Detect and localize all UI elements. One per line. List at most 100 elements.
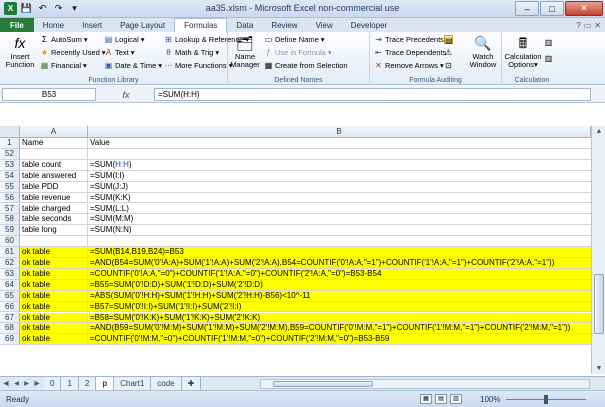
row-header[interactable]: 56 <box>0 192 20 204</box>
cell-a[interactable]: ok table <box>20 247 88 258</box>
column-header-a[interactable]: A <box>20 126 88 138</box>
sheet-tab-p[interactable]: p <box>96 377 115 390</box>
calculate-sheet-button[interactable]: ▥ <box>544 54 553 63</box>
cell-a[interactable] <box>20 236 88 248</box>
cell-a[interactable]: table long <box>20 225 88 237</box>
cell-b[interactable]: =SUM(M:M) <box>88 214 591 226</box>
next-sheet-icon[interactable]: ▶ <box>22 379 31 389</box>
cell-b[interactable]: =B55=SUM('0'!D:D)+SUM('1'!D:D)+SUM('2'!D… <box>88 279 591 291</box>
recently-used-button[interactable]: ★ Recently Used ▾ <box>40 48 106 57</box>
trace-dependents-button[interactable]: ⇤ Trace Dependents <box>374 48 446 57</box>
cell-b[interactable]: =SUM(N:N) <box>88 225 591 237</box>
tab-data[interactable]: Data <box>227 18 262 32</box>
cell-b[interactable]: =COUNTIF('0'!M:M,"=0")+COUNTIF('1'!M:M,"… <box>88 334 591 346</box>
cell-b[interactable]: =ABS(SUM('0'!H:H)+SUM('1'!H:H)+SUM('2'!H… <box>88 290 591 302</box>
zoom-slider-knob[interactable] <box>544 395 548 404</box>
tab-review[interactable]: Review <box>262 18 306 32</box>
error-checking-button[interactable]: ⚠ <box>444 48 453 57</box>
column-header-b[interactable]: B <box>88 126 591 138</box>
row-header[interactable]: 60 <box>0 236 20 248</box>
vertical-scrollbar[interactable]: ▲ ▼ <box>591 126 605 374</box>
cell-a[interactable]: table seconds <box>20 214 88 226</box>
row-header[interactable]: 64 <box>0 279 20 291</box>
help-icon[interactable]: ? <box>576 21 580 30</box>
calculation-options-button[interactable]: 🖩 Calculation Options▾ <box>504 34 542 69</box>
cell-a[interactable]: table count <box>20 159 88 171</box>
row-header[interactable]: 52 <box>0 149 20 160</box>
create-from-selection-button[interactable]: ▦ Create from Selection <box>264 61 348 70</box>
row-header[interactable]: 59 <box>0 225 20 237</box>
sheet-tab-1[interactable]: 1 <box>61 377 79 390</box>
cell-b[interactable]: Value <box>88 138 591 149</box>
cell-a[interactable] <box>20 149 88 160</box>
row-header[interactable]: 57 <box>0 203 20 215</box>
row-header[interactable]: 53 <box>0 159 20 171</box>
row-header[interactable]: 68 <box>0 323 20 335</box>
logical-button[interactable]: ▤ Logical ▾ <box>104 35 145 44</box>
cell-b[interactable]: =SUM(H:H) <box>88 160 591 171</box>
remove-arrows-button[interactable]: ✕ Remove Arrows ▾ <box>374 61 444 70</box>
row-header[interactable]: 54 <box>0 170 20 182</box>
last-sheet-icon[interactable]: |▶ <box>32 379 41 389</box>
name-box[interactable]: B53 <box>2 88 96 101</box>
page-layout-view-icon[interactable]: ▤ <box>435 394 447 404</box>
sheet-tab-chart1[interactable]: Chart1 <box>114 377 152 390</box>
cell-a[interactable]: table answered <box>20 170 88 182</box>
cell-b[interactable]: =AND(B54=SUM('0'!A:A)+SUM('1'!A:A)+SUM('… <box>88 258 591 269</box>
row-header[interactable]: 66 <box>0 301 20 313</box>
tab-insert[interactable]: Insert <box>73 18 111 32</box>
normal-view-icon[interactable]: ▦ <box>420 394 432 404</box>
select-all-corner[interactable] <box>0 126 20 138</box>
calculate-now-button[interactable]: ▥ <box>544 38 553 47</box>
row-header[interactable]: 62 <box>0 258 20 269</box>
cell-a[interactable]: table charged <box>20 203 88 215</box>
cell-b[interactable] <box>88 149 591 160</box>
cell-a[interactable]: ok table <box>20 312 88 324</box>
define-name-button[interactable]: ▭ Define Name ▾ <box>264 35 325 44</box>
tab-home[interactable]: Home <box>34 18 73 32</box>
cell-a[interactable]: table revenue <box>20 192 88 204</box>
ribbon-minimize-icon[interactable]: ▭ <box>584 21 592 30</box>
cell-a[interactable]: ok table <box>20 323 88 335</box>
row-header[interactable]: 55 <box>0 181 20 193</box>
tab-developer[interactable]: Developer <box>342 18 396 32</box>
text-button[interactable]: A Text ▾ <box>104 48 135 57</box>
cell-a[interactable]: ok table <box>20 334 88 346</box>
page-break-view-icon[interactable]: ▥ <box>450 394 462 404</box>
row-header[interactable]: 58 <box>0 214 20 226</box>
vertical-scroll-thumb[interactable] <box>594 274 604 334</box>
sheet-tab-0[interactable]: 0 <box>44 377 62 390</box>
cell-b[interactable]: =SUM(L:L) <box>88 204 591 215</box>
row-header[interactable]: 1 <box>0 138 20 149</box>
scroll-up-icon[interactable]: ▲ <box>593 126 605 137</box>
show-formulas-button[interactable]: ▤ <box>444 35 453 45</box>
row-header[interactable]: 65 <box>0 290 20 302</box>
minimize-button[interactable]: – <box>515 1 539 16</box>
sheet-tab-code[interactable]: code <box>151 377 182 390</box>
trace-precedents-button[interactable]: ⇥ Trace Precedents <box>374 35 444 44</box>
prev-sheet-icon[interactable]: ◀ <box>12 379 21 389</box>
cell-a[interactable]: ok table <box>20 290 88 302</box>
horizontal-scroll-thumb[interactable] <box>273 381 373 387</box>
tab-view[interactable]: View <box>307 18 342 32</box>
cell-b[interactable]: =B58=SUM('0'!K:K)+SUM('1'!K:K)+SUM('2'!K… <box>88 312 591 324</box>
cell-a[interactable]: table PDD <box>20 181 88 193</box>
zoom-slider[interactable] <box>506 395 586 404</box>
sheet-tab-2[interactable]: 2 <box>78 377 97 390</box>
row-header[interactable]: 67 <box>0 312 20 324</box>
watch-window-button[interactable]: 🔍 Watch Window <box>466 34 500 69</box>
cell-b[interactable]: =COUNTIF('0'!A:A,"=0")+COUNTIF('1'!A:A,"… <box>88 268 591 280</box>
name-manager-button[interactable]: 🗂 Name Manager <box>230 34 260 69</box>
scroll-down-icon[interactable]: ▼ <box>593 363 605 374</box>
insert-function-fx[interactable]: fx <box>100 88 152 101</box>
first-sheet-icon[interactable]: ◀| <box>2 379 11 389</box>
cell-b[interactable]: =SUM(K:K) <box>88 193 591 204</box>
cell-b[interactable]: =AND(B59=SUM('0'!M:M)+SUM('1'!M:M)+SUM('… <box>88 323 591 335</box>
cell-a[interactable]: ok table <box>20 301 88 313</box>
tab-formulas[interactable]: Formulas <box>174 18 228 32</box>
row-header[interactable]: 63 <box>0 268 20 280</box>
more-functions-button[interactable]: ⋯ More Functions ▾ <box>164 61 233 70</box>
insert-sheet-icon[interactable]: ✚ <box>181 377 202 390</box>
tab-page-layout[interactable]: Page Layout <box>111 18 174 32</box>
row-header[interactable]: 61 <box>0 247 20 258</box>
